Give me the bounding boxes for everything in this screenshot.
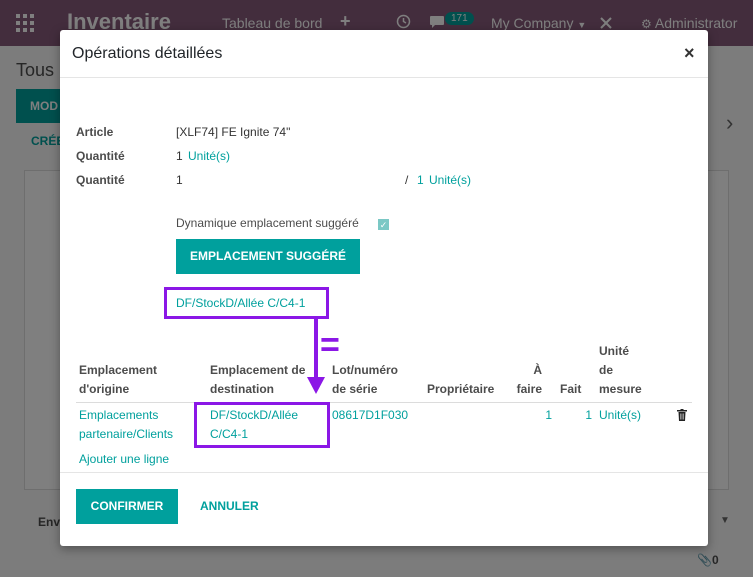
table-header-divider: [76, 402, 692, 403]
quantity-value: 1: [176, 149, 183, 163]
header-lot-line2: de série: [332, 382, 378, 396]
header-todo-line1: À: [533, 363, 542, 377]
row-uom[interactable]: Unité(s): [599, 406, 641, 425]
dynamic-location-checkbox[interactable]: ✓: [378, 219, 389, 230]
header-lot[interactable]: Lot/numéro de série: [332, 361, 398, 399]
row-destination[interactable]: DF/StockD/Allée C/C4-1: [210, 406, 298, 444]
header-origin[interactable]: Emplacement d'origine: [79, 361, 157, 399]
header-uom-line3: mesure: [599, 382, 642, 396]
header-destination-line2: destination: [210, 382, 275, 396]
close-button[interactable]: ×: [684, 43, 695, 64]
header-owner[interactable]: Propriétaire: [427, 380, 494, 399]
row-destination-line1: DF/StockD/Allée: [210, 408, 299, 422]
header-uom-line1: Unité: [599, 344, 629, 358]
modal-header: Opérations détaillées ×: [60, 30, 708, 78]
quantity-label: Quantité: [76, 149, 125, 163]
suggest-location-button[interactable]: EMPLACEMENT SUGGÉRÉ: [176, 239, 360, 274]
header-uom[interactable]: Unité de mesure: [599, 342, 642, 399]
detailed-operations-dialog: Opérations détaillées × Article [XLF74] …: [60, 30, 708, 546]
row-lot[interactable]: 08617D1F030: [332, 406, 408, 425]
quantity-separator: /: [405, 173, 409, 187]
trash-icon[interactable]: [677, 409, 687, 421]
row-origin-line2: partenaire/Clients: [79, 427, 174, 441]
quantity-unit-link[interactable]: Unité(s): [188, 149, 230, 163]
quantity-total: 1: [417, 173, 424, 187]
header-lot-line1: Lot/numéro: [332, 363, 398, 377]
header-origin-line2: d'origine: [79, 382, 130, 396]
row-origin[interactable]: Emplacements partenaire/Clients: [79, 406, 173, 444]
header-destination-line1: Emplacement de: [210, 363, 306, 377]
quantity-total-unit-link[interactable]: Unité(s): [429, 173, 471, 187]
article-value[interactable]: [XLF74] FE Ignite 74": [176, 125, 290, 139]
header-todo-line2: faire: [516, 382, 542, 396]
modal-title: Opérations détaillées: [72, 45, 223, 62]
header-owner-line1: Propriétaire: [427, 382, 495, 396]
row-origin-line1: Emplacements: [79, 408, 159, 422]
equals-annotation: =: [320, 326, 340, 364]
dynamic-location-label: Dynamique emplacement suggéré: [176, 216, 359, 230]
row-destination-line2: C/C4-1: [210, 427, 249, 441]
header-origin-line1: Emplacement: [79, 363, 158, 377]
add-line-link[interactable]: Ajouter une ligne: [79, 452, 169, 466]
header-todo[interactable]: À faire: [515, 361, 542, 399]
quantity-done-value: 1: [176, 173, 183, 187]
header-uom-line2: de: [599, 363, 614, 377]
header-destination[interactable]: Emplacement de destination: [210, 361, 305, 399]
confirm-button[interactable]: CONFIRMER: [76, 489, 178, 524]
modal-footer-divider: [60, 472, 708, 473]
suggested-location-link[interactable]: DF/StockD/Allée C/C4-1: [176, 296, 305, 310]
article-label: Article: [76, 125, 114, 139]
row-todo: 1: [545, 408, 552, 422]
cancel-button[interactable]: ANNULER: [200, 499, 259, 513]
header-done[interactable]: Fait: [560, 380, 581, 399]
row-done[interactable]: 1: [560, 406, 592, 425]
header-done-line1: Fait: [560, 382, 582, 396]
quantity-done-label: Quantité: [76, 173, 125, 187]
